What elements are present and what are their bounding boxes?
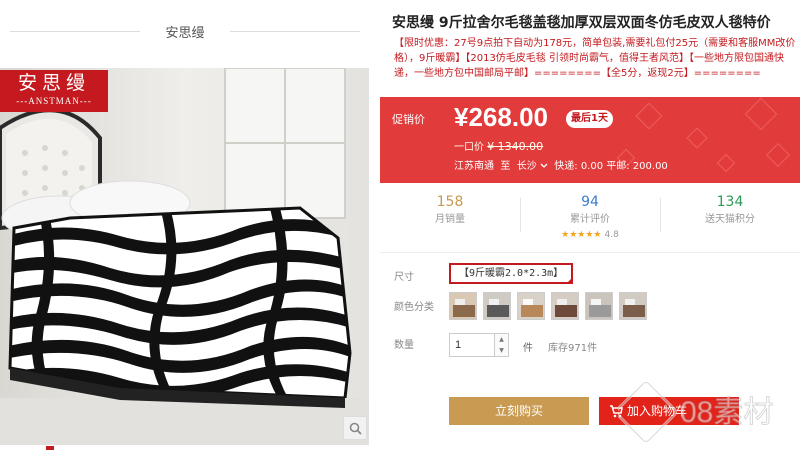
destination-dropdown[interactable]: 长沙 [517, 161, 548, 172]
brand-logo-cn: 安思缦 [17, 72, 90, 94]
swatch-thumbnail [552, 293, 578, 319]
original-price-row: 一口价 ¥ 1340.00 [454, 138, 543, 153]
swatch-thumbnail [518, 293, 544, 319]
add-to-cart-button[interactable]: 加入购物车 [599, 397, 739, 425]
cart-icon [610, 405, 623, 418]
product-info: 安思缦 9斤拉舍尔毛毯盖毯加厚双层双面冬仿毛皮双人毯特价 【限时优惠：27号9点… [380, 0, 800, 450]
last-day-badge: 最后1天 [566, 110, 613, 128]
monthly-sales-label: 月销量 [435, 214, 465, 225]
price-label: 促销价 [392, 113, 425, 126]
size-option-text: 【9斤暖霸2.0*2.3m】 [459, 268, 564, 279]
stepper-down-icon[interactable]: ▼ [495, 345, 508, 356]
price-panel: 促销价 ¥268.00 最后1天 一口价 ¥ 1340.00 江苏南通 至 长沙… [380, 97, 800, 183]
rating-stars: ★★★★★ 4.8 [520, 228, 660, 242]
brand-logo-en: ---ANSTMAN--- [16, 96, 92, 106]
size-label: 尺寸 [394, 272, 414, 283]
price-value: ¥268.00 [454, 102, 548, 132]
stepper-up-icon[interactable]: ▲ [495, 334, 508, 345]
rating-score: 4.8 [604, 230, 619, 240]
review-label: 累计评价 [570, 214, 610, 225]
product-main-image[interactable] [0, 68, 369, 445]
chevron-down-icon [540, 163, 548, 168]
color-swatch[interactable] [585, 292, 613, 320]
shipping-fees: 快递: 0.00 平邮: 200.00 [554, 161, 668, 172]
swatch-thumbnail [450, 293, 476, 319]
color-swatch[interactable] [517, 292, 545, 320]
points-label: 送天猫积分 [705, 214, 755, 225]
promo-text: 【限时优惠：27号9点拍下自动为178元，简单包装,需要礼包付25元（需要和客服… [394, 38, 796, 79]
ship-to-word: 至 [500, 161, 511, 172]
stats-bar: 158 月销量 94 累计评价 ★★★★★ 4.8 134 送天猫积分 [380, 192, 800, 246]
magnifier-icon [349, 422, 362, 435]
monthly-sales-stat: 158 月销量 [380, 192, 520, 228]
swatch-thumbnail [620, 293, 646, 319]
color-label: 颜色分类 [394, 302, 434, 313]
buy-now-button[interactable]: 立刻购买 [449, 397, 589, 425]
selected-tick-icon [566, 277, 574, 284]
stock-count: 库存971件 [548, 343, 598, 354]
divider [230, 31, 360, 32]
shipping-row: 江苏南通 至 长沙 快递: 0.00 平邮: 200.00 [454, 157, 668, 172]
color-swatch[interactable] [449, 292, 477, 320]
ship-destination: 长沙 [516, 161, 537, 172]
store-header: 安思缦 [10, 14, 360, 48]
product-title: 安思缦 9斤拉舍尔毛毯盖毯加厚双层双面冬仿毛皮双人毯特价 [392, 15, 771, 31]
points-count: 134 [716, 194, 744, 210]
points-stat: 134 送天猫积分 [660, 192, 800, 228]
original-price-label: 一口价 [454, 142, 484, 153]
quantity-input[interactable] [449, 333, 495, 357]
color-swatch[interactable] [551, 292, 579, 320]
ship-from: 江苏南通 [454, 161, 494, 172]
reviews-stat[interactable]: 94 累计评价 ★★★★★ 4.8 [520, 192, 660, 242]
quantity-stepper[interactable]: ▲ ▼ [495, 333, 509, 357]
color-swatch[interactable] [619, 292, 647, 320]
quantity-label: 数量 [394, 340, 414, 351]
review-count: 94 [581, 194, 599, 210]
thumbnail-indicator [46, 446, 54, 450]
star-icons: ★★★★★ [561, 230, 602, 240]
product-gallery: 安思缦 安思缦 ---ANSTMAN--- [0, 0, 380, 450]
zoom-button[interactable] [343, 416, 367, 440]
quantity-unit: 件 [523, 343, 533, 354]
divider [380, 252, 800, 253]
original-price-value: ¥ 1340.00 [487, 140, 544, 153]
color-swatch[interactable] [483, 292, 511, 320]
swatch-thumbnail [484, 293, 510, 319]
monthly-sales-count: 158 [436, 194, 464, 210]
brand-logo-badge: 安思缦 ---ANSTMAN--- [0, 70, 108, 112]
swatch-thumbnail [586, 293, 612, 319]
size-option-selected[interactable]: 【9斤暖霸2.0*2.3m】 [449, 263, 574, 284]
add-to-cart-label: 加入购物车 [627, 404, 688, 418]
